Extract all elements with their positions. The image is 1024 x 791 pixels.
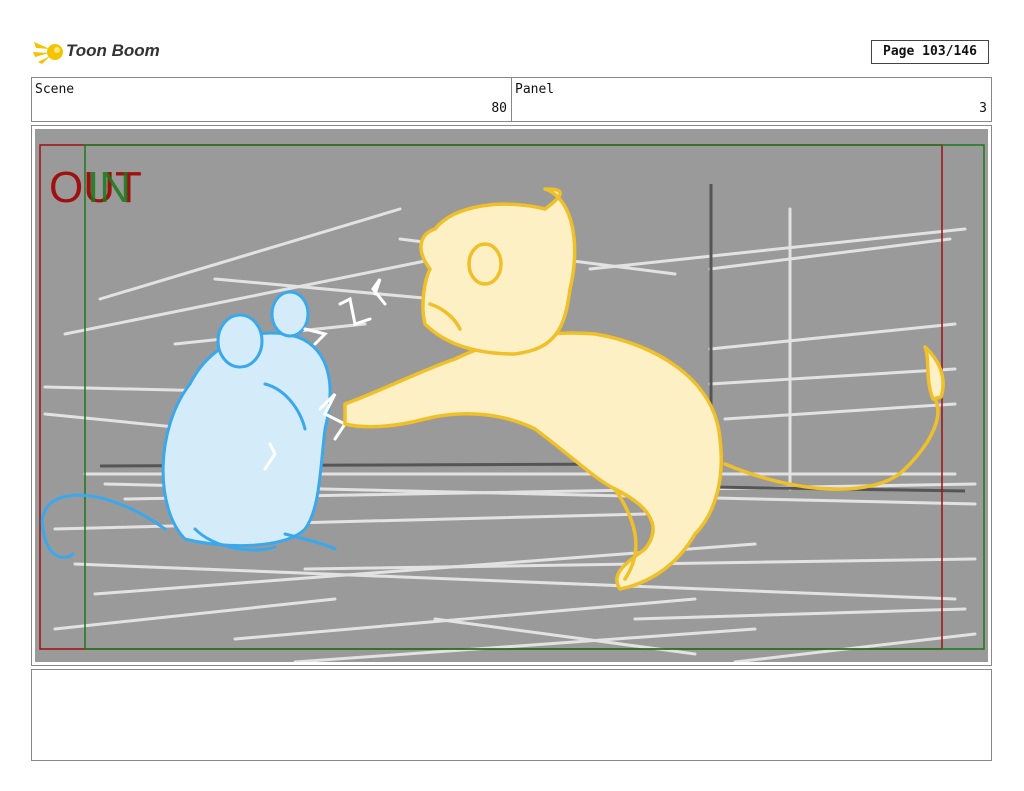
storyboard-panel: OUT IN bbox=[31, 125, 992, 666]
panel-value: 3 bbox=[979, 101, 987, 116]
page-counter: Page 103/146 bbox=[871, 40, 989, 64]
in-label: IN bbox=[87, 163, 131, 212]
panel-notes bbox=[31, 669, 992, 761]
scene-cell: Scene 80 bbox=[32, 78, 512, 121]
panel-cell: Panel 3 bbox=[512, 78, 991, 121]
scene-panel-info: Scene 80 Panel 3 bbox=[31, 77, 992, 122]
comet-icon bbox=[33, 42, 63, 64]
panel-label: Panel bbox=[515, 82, 555, 97]
mouse-ear-right bbox=[270, 290, 310, 338]
lion-ear bbox=[467, 242, 503, 286]
mouse-ear-left bbox=[216, 313, 264, 369]
toon-boom-logo: Toon Boom bbox=[32, 36, 162, 68]
scene-value: 80 bbox=[491, 101, 507, 116]
scene-label: Scene bbox=[35, 82, 75, 97]
panel-drawing: OUT IN bbox=[35, 129, 988, 662]
brand-name: Toon Boom bbox=[66, 41, 160, 60]
